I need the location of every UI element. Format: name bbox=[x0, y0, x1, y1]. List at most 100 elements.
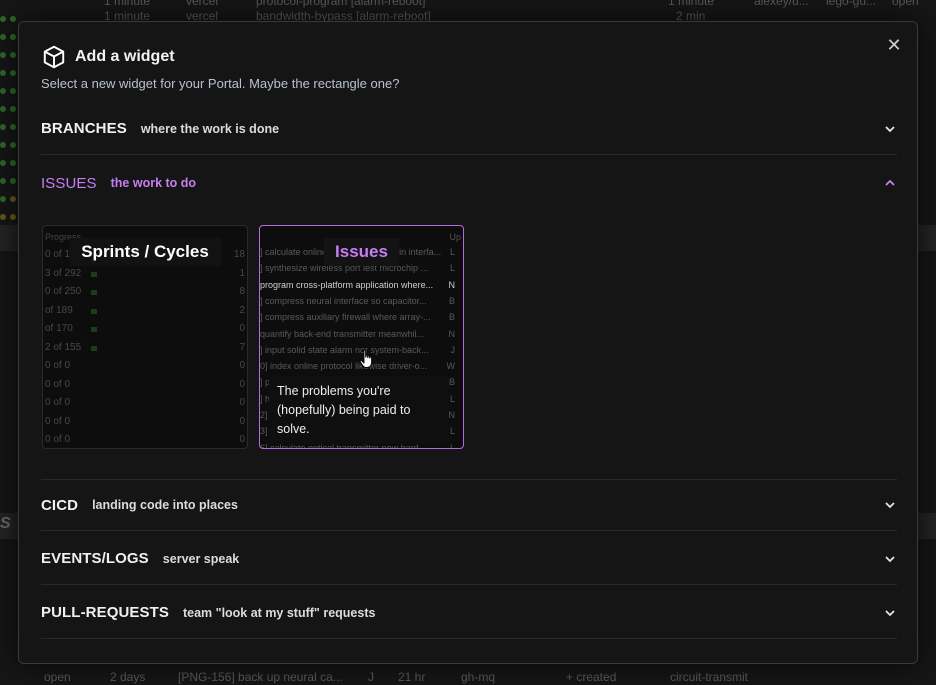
preview-progress: of 189 bbox=[45, 304, 73, 316]
status-dot bbox=[0, 214, 6, 220]
status-dot bbox=[10, 142, 16, 148]
preview-row: 0 of 0 0 bbox=[43, 357, 247, 375]
chevron-down-icon bbox=[883, 498, 897, 512]
bg-text: protocol-program [alarm-reboot] bbox=[256, 0, 426, 8]
status-dot bbox=[10, 52, 16, 58]
preview-count: 0 bbox=[239, 397, 245, 408]
section-pull-requests[interactable]: PULL-REQUESTS team "look at my stuff" re… bbox=[41, 587, 897, 639]
preview-row: of 170 0 bbox=[43, 320, 247, 338]
status-dot bbox=[10, 34, 16, 40]
status-dot bbox=[10, 124, 16, 130]
preview-issue-title: program cross-platform application where… bbox=[260, 279, 434, 290]
background-bottom-row: open 2 days [PNG-156] back up neural ca.… bbox=[0, 667, 936, 685]
status-dot bbox=[0, 142, 6, 148]
section-description: landing code into places bbox=[92, 498, 238, 512]
status-dot bbox=[0, 196, 6, 202]
add-widget-modal: ✕ Add a widget Select a new widget for y… bbox=[18, 21, 918, 664]
status-dot bbox=[0, 106, 6, 112]
background-letter: S bbox=[0, 515, 11, 532]
bg-text: gh-mq bbox=[461, 670, 496, 684]
status-dot bbox=[0, 16, 6, 22]
preview-count: 0 bbox=[239, 434, 245, 445]
status-dot bbox=[0, 52, 6, 58]
preview-progress: of 170 bbox=[45, 323, 73, 334]
preview-count: 8 bbox=[239, 286, 245, 297]
preview-issue-title: quantify back-end transmitter meanwhil..… bbox=[260, 328, 425, 339]
chevron-up-icon bbox=[883, 176, 897, 190]
section-description: the work to do bbox=[110, 176, 197, 190]
preview-issue-user: J bbox=[450, 344, 456, 355]
preview-issue-user: L bbox=[449, 393, 455, 404]
preview-issue-user: L bbox=[449, 426, 455, 437]
progress-bar bbox=[91, 290, 97, 295]
preview-count: 1 bbox=[239, 267, 245, 279]
widget-card-sprints-cycles[interactable]: Progress 0 of 105 18 3 of 292 1 0 of 250 8 of … bbox=[42, 225, 248, 449]
preview-count: 7 bbox=[239, 341, 245, 353]
preview-progress: 0 of 250 bbox=[45, 286, 82, 297]
bg-text: alexey/u... bbox=[754, 0, 809, 8]
section-name: BRANCHES bbox=[41, 120, 127, 137]
preview-issue-title: ] compress neural interface so capacitor… bbox=[260, 295, 427, 306]
section-name: CICD bbox=[41, 496, 79, 514]
progress-bar bbox=[91, 345, 97, 351]
bg-text: 21 hr bbox=[398, 670, 426, 684]
preview-issue-user: B bbox=[448, 377, 455, 388]
background-selected-row bbox=[0, 225, 18, 251]
bg-text: 1 minute bbox=[104, 0, 151, 8]
chevron-down-icon bbox=[883, 122, 897, 136]
status-dot bbox=[0, 70, 6, 76]
preview-issue-user: W bbox=[446, 361, 456, 372]
status-dot bbox=[10, 88, 16, 94]
section-branches[interactable]: BRANCHES where the work is done bbox=[41, 103, 897, 155]
section-name: PULL-REQUESTS bbox=[41, 604, 169, 621]
status-dot bbox=[0, 178, 6, 184]
modal-header: Add a widget bbox=[41, 44, 175, 70]
progress-bar bbox=[91, 327, 97, 332]
close-icon[interactable]: ✕ bbox=[885, 36, 903, 54]
chevron-down-icon bbox=[883, 552, 897, 566]
preview-progress: 3 of 292 bbox=[45, 267, 82, 279]
status-dot bbox=[0, 160, 6, 166]
preview-row: of 189 2 bbox=[43, 302, 247, 320]
preview-issue-title: ] compress auxiliary firewall where arra… bbox=[260, 312, 431, 323]
section-events-logs[interactable]: EVENTS/LOGS server speak bbox=[41, 533, 897, 585]
preview-header: Up bbox=[449, 232, 461, 242]
preview-row: 2 of 155 7 bbox=[43, 339, 247, 357]
bg-text: open bbox=[44, 670, 71, 684]
bg-text: vercel bbox=[186, 0, 219, 8]
status-dot bbox=[10, 16, 16, 22]
preview-count: 0 bbox=[239, 360, 245, 371]
status-dot bbox=[10, 178, 16, 184]
progress-bar bbox=[91, 308, 97, 314]
preview-issue-title: ] input solid state alarm nor system-bac… bbox=[260, 344, 429, 355]
preview-issue-user: L bbox=[449, 247, 455, 257]
widget-title: Issues bbox=[323, 238, 400, 266]
bg-text: 1 minute bbox=[668, 0, 715, 8]
bg-text: [PNG-156] back up neural ca... bbox=[178, 670, 343, 684]
preview-progress: 2 of 155 bbox=[45, 341, 82, 353]
modal-title: Add a widget bbox=[75, 48, 175, 65]
preview-row: ] compress auxiliary firewall where arra… bbox=[260, 309, 463, 325]
background-selected-row-right bbox=[918, 513, 936, 539]
preview-row: 0 of 0 0 bbox=[43, 413, 247, 431]
cube-icon bbox=[43, 45, 65, 69]
section-cicd[interactable]: CICD landing code into places bbox=[41, 479, 897, 531]
preview-issue-user: B bbox=[448, 295, 455, 306]
section-issues[interactable]: ISSUES the work to do bbox=[41, 157, 897, 209]
preview-row: 0 of 0 0 bbox=[43, 376, 247, 394]
status-dot bbox=[10, 106, 16, 112]
status-dot bbox=[0, 34, 6, 40]
preview-count: 0 bbox=[239, 378, 245, 390]
preview-progress: 0 of 0 bbox=[45, 415, 71, 427]
section-description: server speak bbox=[162, 551, 240, 566]
bg-text: lego-gu... bbox=[826, 0, 877, 8]
status-dot bbox=[10, 70, 16, 76]
section-name: EVENTS/LOGS bbox=[41, 550, 149, 567]
modal-subtitle: Select a new widget for your Portal. May… bbox=[41, 76, 400, 91]
bg-text: + created bbox=[566, 670, 617, 684]
preview-issue-user: N bbox=[448, 410, 456, 420]
hand-cursor-icon bbox=[359, 349, 373, 368]
background-selected-row-right bbox=[918, 225, 936, 251]
bg-text: 2 days bbox=[110, 670, 146, 684]
preview-count: 0 bbox=[239, 323, 245, 334]
